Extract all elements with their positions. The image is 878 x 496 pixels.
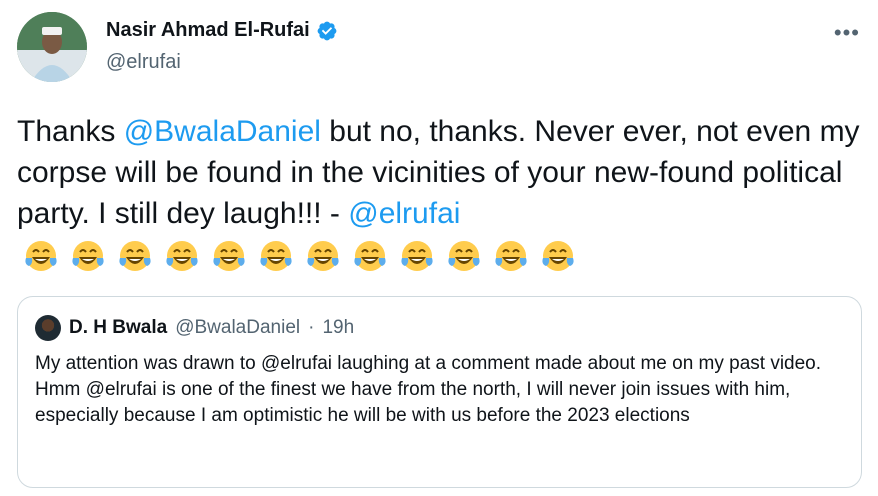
tears-of-joy-emoji-icon: [17, 238, 64, 274]
author-avatar[interactable]: [17, 12, 87, 82]
quoted-tweet-header: D. H Bwala @BwalaDaniel · 19h: [35, 315, 354, 341]
tears-of-joy-emoji-icon: [487, 238, 534, 274]
quoted-author-handle[interactable]: @BwalaDaniel: [175, 317, 300, 339]
tears-of-joy-emoji-icon: [111, 238, 158, 274]
tears-of-joy-emoji-icon: [534, 238, 581, 274]
quoted-tweet-text: My attention was drawn to @elrufai laugh…: [35, 353, 822, 426]
tears-of-joy-emoji-icon: [158, 238, 205, 274]
quoted-author-name[interactable]: D. H Bwala: [69, 317, 167, 339]
mention-bwaladaniel-link[interactable]: @BwalaDaniel: [124, 115, 321, 148]
author-display-name[interactable]: Nasir Ahmad El-Rufai: [106, 19, 310, 42]
tears-of-joy-emoji-icon: [64, 238, 111, 274]
tweet-text-part-1: Thanks: [17, 115, 124, 148]
quoted-separator: ·: [308, 317, 315, 338]
more-options-icon[interactable]: •••: [834, 20, 860, 46]
tears-of-joy-emoji-icon: [252, 238, 299, 274]
verified-badge-icon: [317, 21, 337, 40]
author-name-row: Nasir Ahmad El-Rufai: [106, 19, 338, 42]
author-handle[interactable]: @elrufai: [106, 51, 181, 74]
tears-of-joy-emoji-icon: [393, 238, 440, 274]
tears-of-joy-emoji-icon: [299, 238, 346, 274]
tears-of-joy-emoji-icon: [346, 238, 393, 274]
tweet-text: Thanks @BwalaDaniel but no, thanks. Neve…: [17, 111, 867, 234]
mention-elrufai-link[interactable]: @elrufai: [348, 197, 460, 230]
quoted-tweet-card[interactable]: D. H Bwala @BwalaDaniel · 19h My attenti…: [17, 296, 862, 488]
quoted-timestamp[interactable]: 19h: [322, 317, 354, 339]
emoji-row: [17, 238, 581, 274]
tears-of-joy-emoji-icon: [440, 238, 487, 274]
quoted-author-avatar[interactable]: [35, 315, 61, 341]
tears-of-joy-emoji-icon: [205, 238, 252, 274]
